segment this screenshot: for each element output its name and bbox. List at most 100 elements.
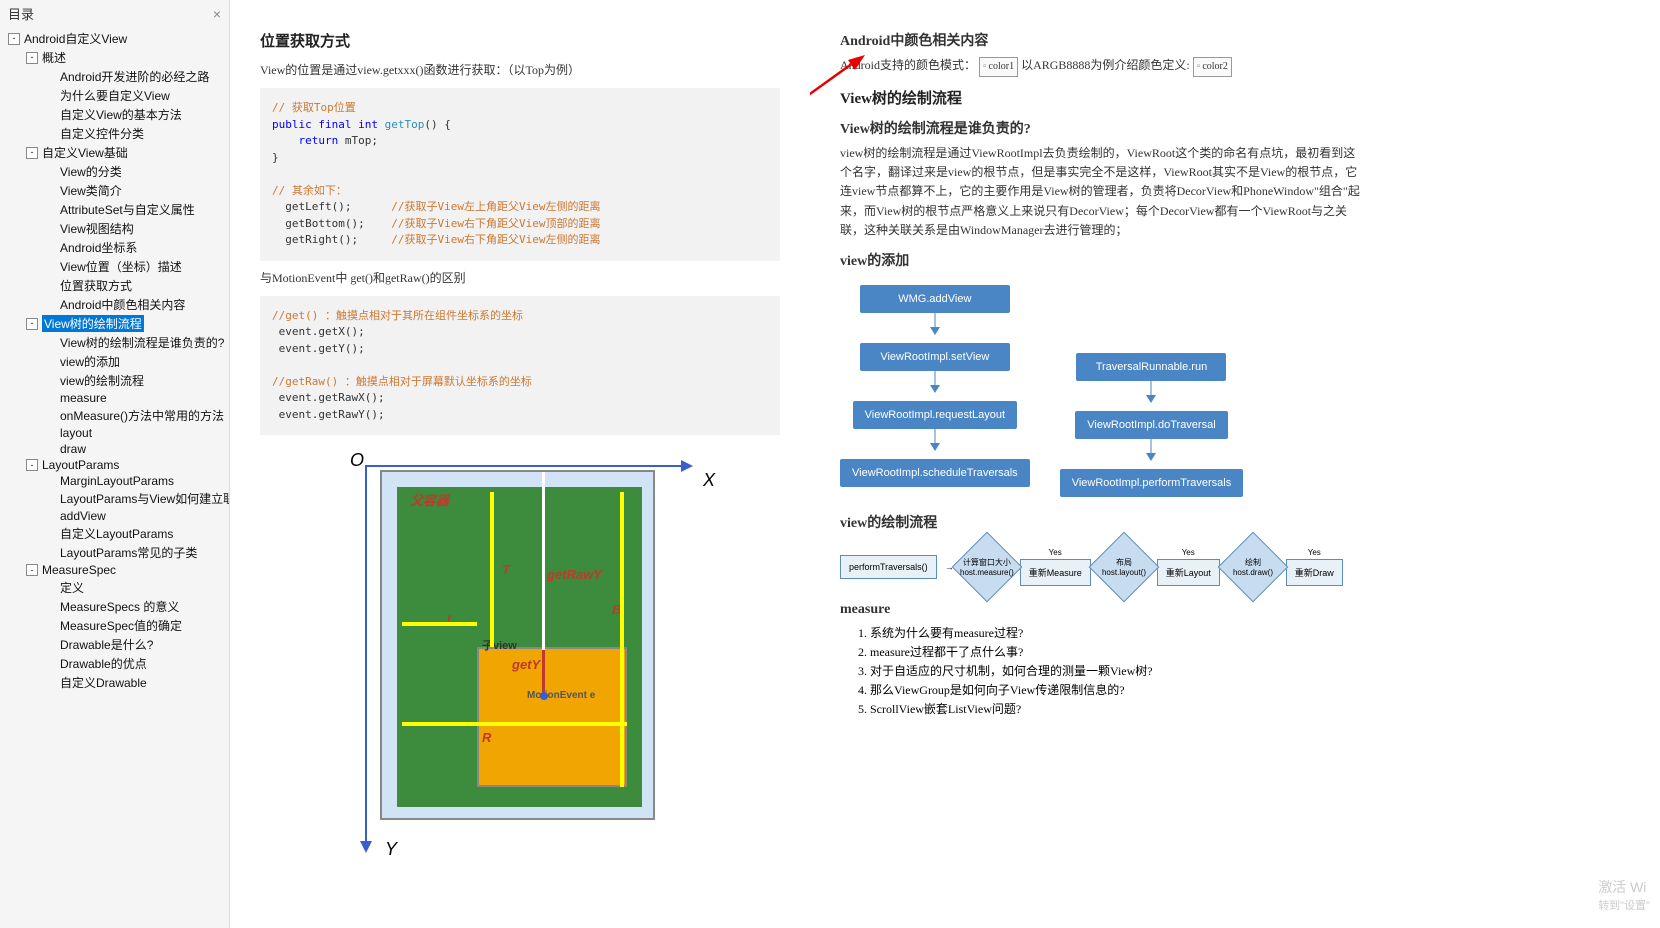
tree-item[interactable]: View树的绘制流程是谁负责的? xyxy=(0,333,229,352)
tree-label: draw xyxy=(60,442,86,456)
close-icon[interactable]: × xyxy=(213,6,221,22)
flow-node: ViewRootImpl.doTraversal xyxy=(1075,411,1227,439)
image-placeholder-icon: color1 xyxy=(979,57,1018,77)
tree-label: 位置获取方式 xyxy=(60,277,132,294)
tree-item[interactable]: View类简介 xyxy=(0,181,229,200)
outline-sidebar: 目录 × -Android自定义View-概述Android开发进阶的必经之路为… xyxy=(0,0,230,928)
tree-toggle-icon[interactable]: - xyxy=(26,459,38,471)
tree-label: MeasureSpec值的确定 xyxy=(60,617,182,634)
getrawy-label: getRawY xyxy=(547,567,602,582)
tree-label: layout xyxy=(60,426,92,440)
parent-label: 父容器 xyxy=(410,490,449,509)
content-column-left: 位置获取方式 View的位置是通过view.getxxx()函数进行获取：（以T… xyxy=(230,0,810,928)
tree-item[interactable]: draw xyxy=(0,441,229,457)
tree-toggle-icon[interactable]: - xyxy=(26,52,38,64)
flow-decision: 计算窗口大小 host.measure() xyxy=(951,532,1022,603)
paragraph: 与MotionEvent中 get()和getRaw()的区别 xyxy=(260,269,780,288)
tree-label: onMeasure()方法中常用的方法 xyxy=(60,407,224,424)
ordered-list: 系统为什么要有measure过程?measure过程都干了点什么事?对于自适应的… xyxy=(870,624,1360,717)
tree-item[interactable]: addView xyxy=(0,508,229,524)
tree-item[interactable]: Android中颜色相关内容 xyxy=(0,295,229,314)
tree-label: View的分类 xyxy=(60,163,122,180)
code-block: // 获取Top位置 public final int getTop() { r… xyxy=(260,88,780,261)
paragraph: Android支持的颜色模式： color1 以ARGB8888为例介绍颜色定义… xyxy=(840,56,1360,77)
paragraph: View的位置是通过view.getxxx()函数进行获取：（以Top为例） xyxy=(260,61,780,80)
flow-node: ViewRootImpl.scheduleTraversals xyxy=(840,459,1030,487)
tree-item[interactable]: -MeasureSpec xyxy=(0,562,229,578)
flow-node: ViewRootImpl.requestLayout xyxy=(853,401,1017,429)
tree-item[interactable]: -概述 xyxy=(0,48,229,67)
r-label: R xyxy=(482,730,491,745)
tree-label: 概述 xyxy=(42,49,66,66)
section-heading: view的添加 xyxy=(840,250,1360,270)
tree-toggle-icon[interactable]: - xyxy=(26,564,38,576)
tree-label: 自定义控件分类 xyxy=(60,125,144,142)
tree-label: View类简介 xyxy=(60,182,122,199)
flow-diagram-add: WMG.addView ViewRootImpl.setView ViewRoo… xyxy=(840,285,1360,497)
tree-item[interactable]: LayoutParams与View如何建立联系 xyxy=(0,489,229,508)
tree-item[interactable]: LayoutParams常见的子类 xyxy=(0,543,229,562)
tree-item[interactable]: view的绘制流程 xyxy=(0,371,229,390)
tree-item[interactable]: View位置（坐标）描述 xyxy=(0,257,229,276)
tree-label: 自定义LayoutParams xyxy=(60,525,173,542)
flow-node: ViewRootImpl.performTraversals xyxy=(1060,469,1244,497)
tree-item[interactable]: -View树的绘制流程 xyxy=(0,314,229,333)
content-column-right: Android中颜色相关内容 Android支持的颜色模式： color1 以A… xyxy=(810,0,1390,928)
tree-item[interactable]: 自定义LayoutParams xyxy=(0,524,229,543)
tree-label: Drawable是什么? xyxy=(60,636,153,653)
section-heading: view的绘制流程 xyxy=(840,512,1360,532)
tree-item[interactable]: -LayoutParams xyxy=(0,457,229,473)
flow-node: performTraversals() xyxy=(840,555,937,579)
code-block: //get() ：触摸点相对于其所在组件坐标系的坐标 event.getX();… xyxy=(260,296,780,436)
tree-label: 自定义View基础 xyxy=(42,144,128,161)
tree-label: 自定义View的基本方法 xyxy=(60,106,182,123)
tree-label: MeasureSpecs 的意义 xyxy=(60,598,179,615)
tree-item[interactable]: MeasureSpec值的确定 xyxy=(0,616,229,635)
flow-node: 重新Measure xyxy=(1020,559,1091,586)
tree-label: Drawable的优点 xyxy=(60,655,147,672)
tree-item[interactable]: 自定义Drawable xyxy=(0,673,229,692)
list-item: 那么ViewGroup是如何向子View传递限制信息的? xyxy=(870,681,1360,698)
tree-item[interactable]: 自定义控件分类 xyxy=(0,124,229,143)
tree-item[interactable]: Android坐标系 xyxy=(0,238,229,257)
axis-x-label: X xyxy=(703,470,715,491)
tree-item[interactable]: 定义 xyxy=(0,578,229,597)
tree-item[interactable]: measure xyxy=(0,390,229,406)
tree-item[interactable]: View视图结构 xyxy=(0,219,229,238)
list-item: measure过程都干了点什么事? xyxy=(870,643,1360,660)
flow-node: ViewRootImpl.setView xyxy=(860,343,1010,371)
paragraph: view树的绘制流程是通过ViewRootImpl去负责绘制的，ViewRoot… xyxy=(840,144,1360,240)
tree-item[interactable]: 位置获取方式 xyxy=(0,276,229,295)
tree-label: LayoutParams与View如何建立联系 xyxy=(60,490,230,507)
tree-item[interactable]: 为什么要自定义View xyxy=(0,86,229,105)
tree-item[interactable]: Drawable的优点 xyxy=(0,654,229,673)
tree-toggle-icon[interactable]: - xyxy=(8,33,20,45)
gety-label: getY xyxy=(512,657,540,672)
tree-toggle-icon[interactable]: - xyxy=(26,318,38,330)
tree-label: MeasureSpec xyxy=(42,563,116,577)
tree-item[interactable]: MarginLayoutParams xyxy=(0,473,229,489)
tree-label: view的绘制流程 xyxy=(60,372,144,389)
tree-item[interactable]: view的添加 xyxy=(0,352,229,371)
coordinate-diagram: O X Y 父容器 子view T L R B getY getRawY Mot… xyxy=(345,455,695,855)
event-label: MotionEvent e xyxy=(527,690,595,701)
axis-origin-label: O xyxy=(350,450,364,471)
tree-item[interactable]: -Android自定义View xyxy=(0,29,229,48)
tree-label: AttributeSet与自定义属性 xyxy=(60,201,195,218)
child-label: 子view xyxy=(482,637,517,653)
tree-label: LayoutParams常见的子类 xyxy=(60,544,197,561)
tree-item[interactable]: MeasureSpecs 的意义 xyxy=(0,597,229,616)
tree-item[interactable]: AttributeSet与自定义属性 xyxy=(0,200,229,219)
tree-item[interactable]: onMeasure()方法中常用的方法 xyxy=(0,406,229,425)
tree-item[interactable]: layout xyxy=(0,425,229,441)
tree-item[interactable]: View的分类 xyxy=(0,162,229,181)
tree-item[interactable]: 自定义View的基本方法 xyxy=(0,105,229,124)
tree-item[interactable]: Drawable是什么? xyxy=(0,635,229,654)
flow-node: 重新Draw xyxy=(1286,559,1343,586)
tree-item[interactable]: Android开发进阶的必经之路 xyxy=(0,67,229,86)
section-heading: measure xyxy=(840,602,1360,618)
tree-item[interactable]: -自定义View基础 xyxy=(0,143,229,162)
tree-label: LayoutParams xyxy=(42,458,119,472)
outline-tree: -Android自定义View-概述Android开发进阶的必经之路为什么要自定… xyxy=(0,27,229,694)
tree-toggle-icon[interactable]: - xyxy=(26,147,38,159)
